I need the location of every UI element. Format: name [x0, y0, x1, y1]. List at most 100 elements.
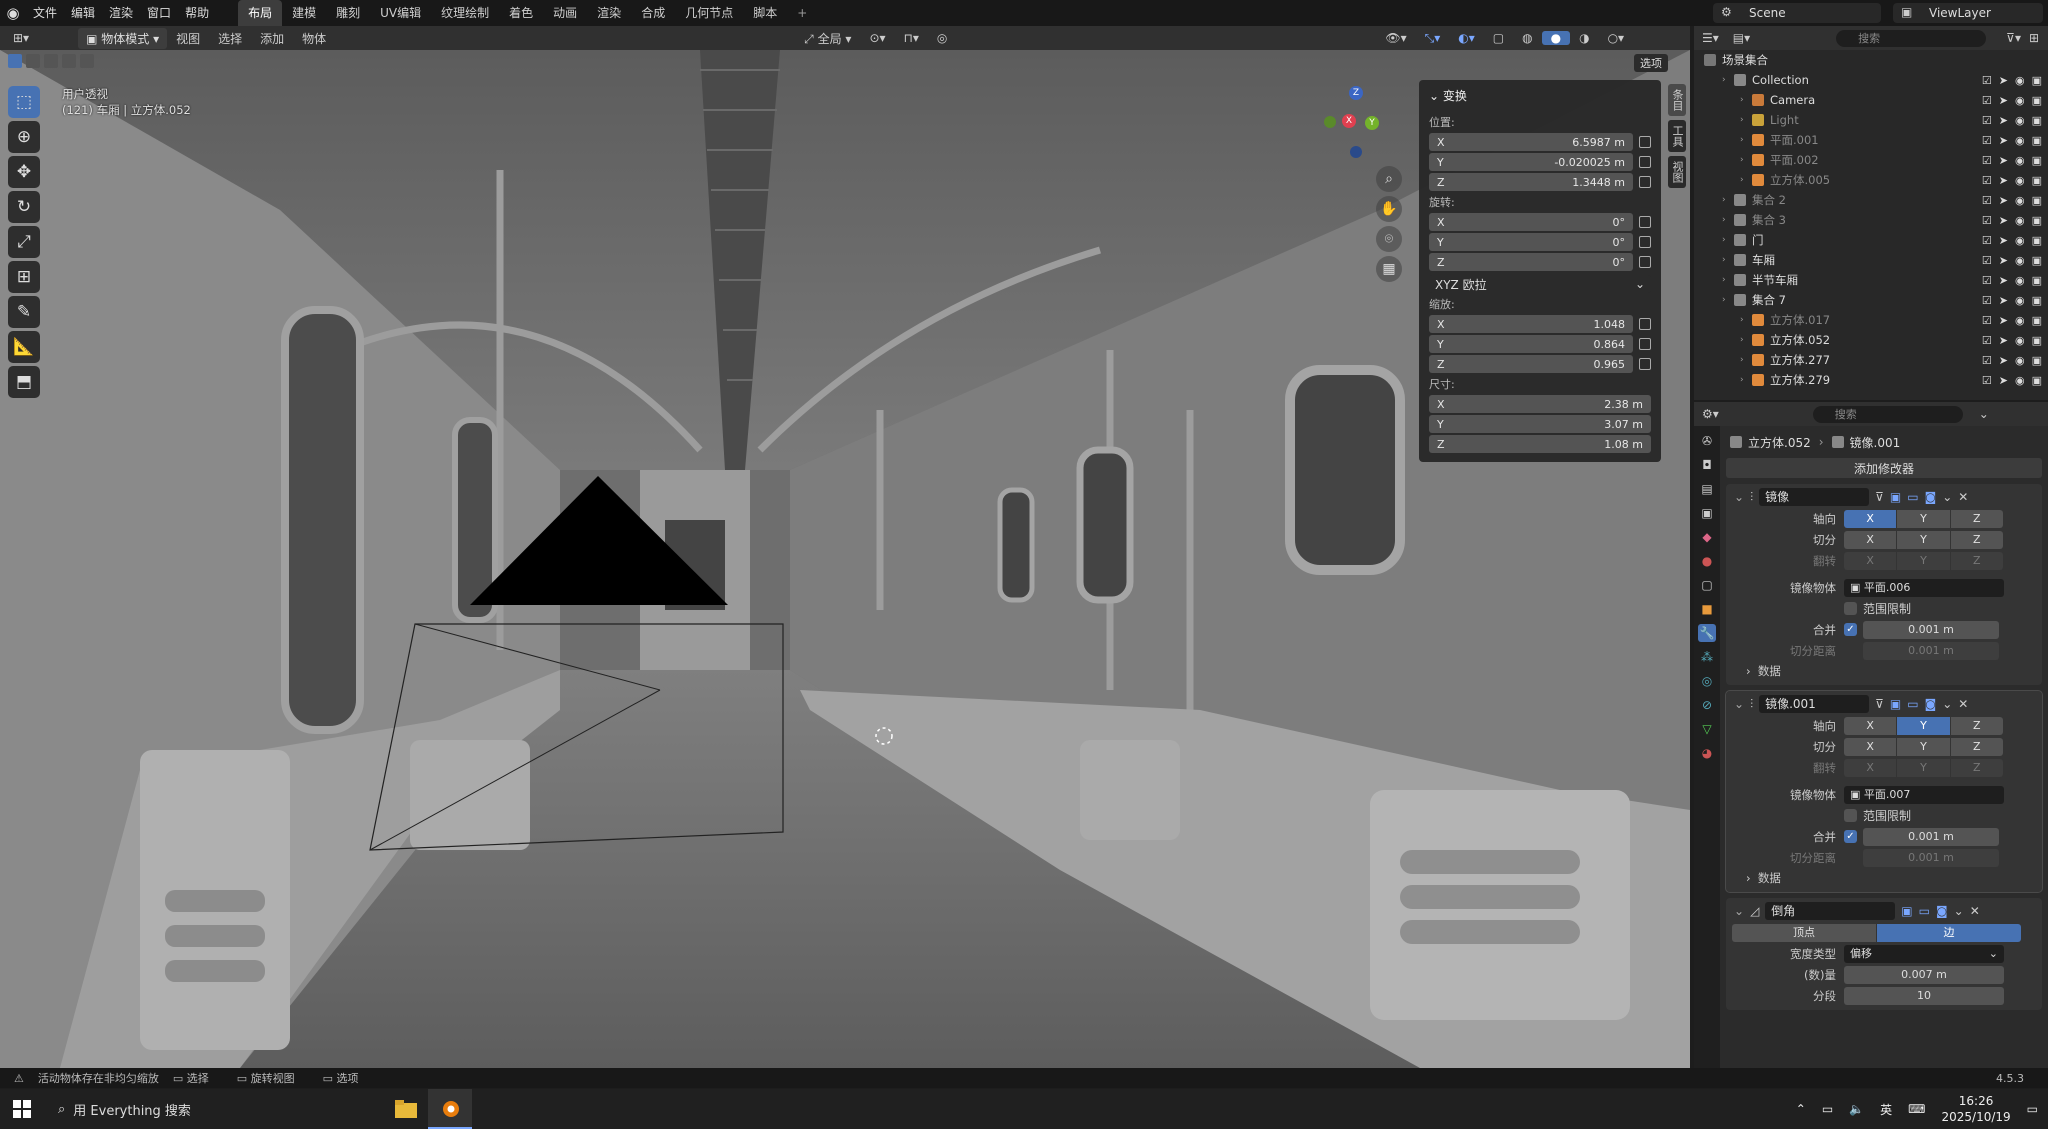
bisect-x-toggle[interactable]: X [1844, 530, 1897, 549]
transform-tool-icon[interactable]: ⊞ [8, 261, 40, 293]
select-new-icon[interactable] [8, 54, 22, 68]
data-subpanel[interactable]: › 数据 [1726, 868, 2042, 888]
gizmo-neg-y[interactable] [1324, 116, 1336, 128]
flip-z-toggle[interactable]: Z [1950, 551, 2003, 570]
eye-icon[interactable]: ◉ [2015, 334, 2025, 347]
checkbox-icon[interactable]: ☑ [1982, 254, 1992, 267]
lock-icon[interactable] [1639, 236, 1651, 248]
scene-selector[interactable]: ⚙ Scene [1713, 3, 1881, 23]
flip-y-toggle[interactable]: Y [1897, 758, 1950, 777]
snap-icon[interactable]: ⊓▾ [895, 31, 928, 45]
eye-icon[interactable]: ◉ [2015, 174, 2025, 187]
eye-icon[interactable]: ◉ [2015, 234, 2025, 247]
render-tab-icon[interactable]: ◘ [1698, 456, 1716, 474]
chevron-down-icon[interactable]: ⌄ [1734, 904, 1744, 918]
tab-view[interactable]: 视图 [1668, 156, 1686, 188]
blender-app-icon[interactable] [428, 1089, 472, 1129]
checkbox-icon[interactable]: ☑ [1982, 354, 1992, 367]
rotate-tool-icon[interactable]: ↻ [8, 191, 40, 223]
expand-arrow-icon[interactable]: › [1722, 195, 1734, 205]
camera-icon[interactable]: ▣ [2032, 234, 2042, 247]
proportional-edit-icon[interactable]: ◎ [928, 31, 956, 45]
lock-icon[interactable] [1639, 176, 1651, 188]
windows-start-icon[interactable] [0, 1089, 44, 1129]
properties-editor-icon[interactable]: ⚙▾ [1702, 407, 1719, 421]
overlay-toggle-icon[interactable]: ◐▾ [1449, 31, 1484, 45]
modifier-name-field[interactable]: 倒角 [1765, 902, 1896, 920]
axis-y-toggle[interactable]: Y [1897, 509, 1950, 528]
move-tool-icon[interactable]: ✥ [8, 156, 40, 188]
volume-icon[interactable]: 🔈 [1849, 1102, 1864, 1116]
scene-collection-row[interactable]: 场景集合 [1694, 50, 2048, 70]
expand-arrow-icon[interactable]: › [1740, 315, 1752, 325]
taskbar-search[interactable]: ⌕ 用 Everything 搜索 [44, 1089, 384, 1129]
outliner-search-input[interactable]: 搜索 [1836, 29, 1987, 47]
dimensions-x-field[interactable]: X 2.38 m [1429, 395, 1651, 413]
particles-tab-icon[interactable]: ⁂ [1698, 648, 1716, 666]
checkbox-icon[interactable]: ☑ [1982, 74, 1992, 87]
clipping-checkbox[interactable] [1844, 602, 1857, 615]
edit-mode-icon[interactable]: ⊽ [1875, 490, 1884, 504]
shading-wireframe-icon[interactable]: ◍ [1513, 31, 1541, 45]
select-arrow-icon[interactable]: ➤ [1999, 314, 2008, 327]
outliner-row[interactable]: › 立方体.005 ☑ ➤ ◉ ▣ [1694, 170, 2048, 190]
checkbox-icon[interactable]: ☑ [1982, 154, 1992, 167]
outliner-row[interactable]: › 集合 2 ☑ ➤ ◉ ▣ [1694, 190, 2048, 210]
gizmo-neg-z[interactable] [1350, 146, 1362, 158]
expand-arrow-icon[interactable]: › [1740, 95, 1752, 105]
new-collection-icon[interactable]: ⊞ [2029, 31, 2039, 45]
cursor-tool-icon[interactable]: ⊕ [8, 121, 40, 153]
pan-hand-icon[interactable]: ✋ [1376, 196, 1402, 222]
eye-icon[interactable]: ◉ [2015, 254, 2025, 267]
gizmo-x-axis[interactable]: X [1342, 114, 1356, 128]
transform-panel-title[interactable]: ⌄ 变换 [1425, 84, 1655, 112]
affect-vertices-toggle[interactable]: 顶点 [1732, 923, 1876, 942]
camera-icon[interactable]: ▣ [2032, 334, 2042, 347]
select-arrow-icon[interactable]: ➤ [1999, 234, 2008, 247]
keyboard-icon[interactable]: ⌨ [1908, 1102, 1925, 1116]
expand-arrow-icon[interactable]: › [1740, 155, 1752, 165]
expand-arrow-icon[interactable]: › [1722, 75, 1734, 85]
tab-uv-editing[interactable]: UV编辑 [370, 0, 431, 26]
lock-icon[interactable] [1639, 338, 1651, 350]
dimensions-z-field[interactable]: Z 1.08 m [1429, 435, 1651, 453]
camera-icon[interactable]: ▣ [2032, 294, 2042, 307]
modifier-menu-icon[interactable]: ⌄ [1942, 490, 1952, 504]
tab-modeling[interactable]: 建模 [282, 0, 326, 26]
menu-file[interactable]: 文件 [26, 0, 64, 26]
visibility-icon[interactable]: 👁▾ [1376, 31, 1415, 45]
menu-add[interactable]: 添加 [251, 30, 293, 47]
outliner-row[interactable]: › 立方体.279 ☑ ➤ ◉ ▣ [1694, 370, 2048, 390]
camera-icon[interactable]: ▣ [2032, 154, 2042, 167]
dimensions-y-field[interactable]: Y 3.07 m [1429, 415, 1651, 433]
add-modifier-button[interactable]: 添加修改器 [1726, 458, 2042, 478]
location-y-field[interactable]: Y -0.020025 m [1429, 153, 1633, 171]
flip-x-toggle[interactable]: X [1844, 551, 1897, 570]
navigation-gizmo[interactable]: Z X Y [1310, 86, 1400, 176]
menu-object[interactable]: 物体 [293, 30, 335, 47]
expand-arrow-icon[interactable]: › [1740, 355, 1752, 365]
tab-layout[interactable]: 布局 [238, 0, 283, 26]
tab-shading[interactable]: 着色 [499, 0, 543, 26]
checkbox-icon[interactable]: ☑ [1982, 194, 1992, 207]
close-icon[interactable]: ✕ [1958, 697, 1968, 711]
tab-sculpting[interactable]: 雕刻 [326, 0, 370, 26]
axis-x-toggle[interactable]: X [1844, 716, 1897, 735]
menu-window[interactable]: 窗口 [140, 0, 178, 26]
outliner-row[interactable]: › 立方体.017 ☑ ➤ ◉ ▣ [1694, 310, 2048, 330]
affect-edges-toggle[interactable]: 边 [1877, 923, 2021, 942]
eye-icon[interactable]: ◉ [2015, 114, 2025, 127]
checkbox-icon[interactable]: ☑ [1982, 214, 1992, 227]
ime-indicator[interactable]: 英 [1880, 1101, 1892, 1118]
ortho-grid-icon[interactable]: ▦ [1376, 256, 1402, 282]
expand-arrow-icon[interactable]: › [1722, 275, 1734, 285]
lock-icon[interactable] [1639, 318, 1651, 330]
properties-search-input[interactable]: 搜索 [1812, 405, 1963, 423]
select-arrow-icon[interactable]: ➤ [1999, 194, 2008, 207]
output-tab-icon[interactable]: ▤ [1698, 480, 1716, 498]
eye-icon[interactable]: ◉ [2015, 214, 2025, 227]
filter-icon[interactable]: ⊽▾ [2006, 31, 2021, 45]
bisect-z-toggle[interactable]: Z [1950, 530, 2003, 549]
tab-rendering[interactable]: 渲染 [587, 0, 631, 26]
eye-icon[interactable]: ◉ [2015, 134, 2025, 147]
